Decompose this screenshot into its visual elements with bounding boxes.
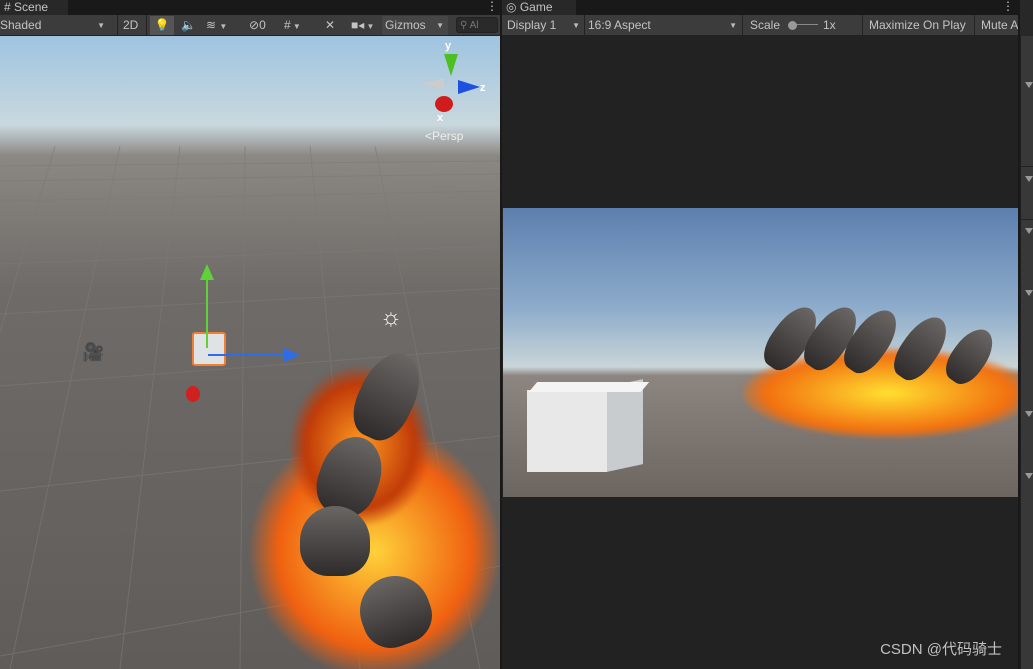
foldout-arrow-icon[interactable] xyxy=(1025,176,1033,182)
maximize-on-play-toggle[interactable]: Maximize On Play xyxy=(866,16,969,35)
watermark: CSDN @代码骑士 xyxy=(880,641,1002,658)
gizmo-x-cone[interactable] xyxy=(435,96,453,112)
y-arrow-icon[interactable] xyxy=(200,264,214,280)
camera-gizmo-icon[interactable]: 🎥 xyxy=(82,342,104,363)
game-menu-icon[interactable]: ⋮ xyxy=(1002,0,1014,12)
hidden-objects-icon[interactable]: ⊘0 xyxy=(246,16,269,35)
scale-value: 1x xyxy=(823,18,836,32)
scene-viewport[interactable]: 🎥 ☼ y z x <Persp xyxy=(0,36,500,669)
lighting-toggle-icon[interactable]: 💡 xyxy=(150,16,174,35)
tab-game[interactable]: ◎ Game xyxy=(502,0,576,15)
cube-side xyxy=(607,379,643,472)
effects-toggle-icon[interactable]: ≋ ▼ xyxy=(203,16,230,35)
display-dropdown[interactable]: Display 1 ▼ xyxy=(504,16,584,35)
scene-tabbar: # Scene ⋮ xyxy=(0,0,500,15)
gizmos-dropdown[interactable]: Gizmos ▼ xyxy=(382,16,448,35)
cube xyxy=(527,390,607,472)
scene-menu-icon[interactable]: ⋮ xyxy=(486,0,498,12)
gizmo-y-cone[interactable] xyxy=(444,54,458,76)
foldout-arrow-icon[interactable] xyxy=(1025,411,1033,417)
scale-label: Scale xyxy=(750,18,781,32)
cube-top xyxy=(528,382,650,392)
scene-search-input[interactable]: ⚲ Al xyxy=(456,17,498,33)
2d-toggle[interactable]: 2D xyxy=(120,16,141,35)
inspector-panel-edge[interactable] xyxy=(1020,36,1033,669)
game-tabbar: ◎ Game ⋮ xyxy=(502,0,1018,15)
tab-scene[interactable]: # Scene xyxy=(0,0,68,15)
foldout-arrow-icon[interactable] xyxy=(1025,473,1033,479)
foldout-arrow-icon[interactable] xyxy=(1025,228,1033,234)
rock xyxy=(300,506,370,576)
game-viewport[interactable]: CSDN @代码骑士 xyxy=(502,36,1018,669)
y-axis-handle[interactable] xyxy=(206,272,208,348)
orientation-gizmo[interactable]: y z x xyxy=(418,40,488,132)
mute-audio-toggle[interactable]: Mute A xyxy=(978,16,1018,35)
game-render xyxy=(503,208,1018,497)
z-axis-handle[interactable] xyxy=(208,354,286,356)
scene-toolbar: Shaded ▼ 2D 💡 🔈 ≋ ▼ ⊘0 # ▼ ✕ ■◂ ▼ Gizmos ▼… xyxy=(0,15,500,36)
camera-icon[interactable]: ■◂ ▼ xyxy=(348,16,377,35)
scale-slider[interactable] xyxy=(788,21,818,30)
game-toolbar: Display 1 ▼ 16:9 Aspect ▼ Scale 1x Maximiz… xyxy=(502,15,1018,36)
grid-snap-icon[interactable]: # ▼ xyxy=(281,16,304,35)
grid-icon: # xyxy=(4,0,11,14)
gizmo-neg-x-cone[interactable] xyxy=(422,78,444,90)
projection-toggle[interactable]: <Persp xyxy=(425,129,463,143)
x-arrow-icon[interactable] xyxy=(186,386,200,402)
gamepad-icon: ◎ xyxy=(506,0,517,14)
aspect-dropdown[interactable]: 16:9 Aspect ▼ xyxy=(585,16,741,35)
foldout-arrow-icon[interactable] xyxy=(1025,82,1033,88)
foldout-arrow-icon[interactable] xyxy=(1025,290,1033,296)
light-gizmo-icon[interactable]: ☼ xyxy=(380,304,402,332)
audio-toggle-icon[interactable]: 🔈 xyxy=(178,16,199,35)
tools-icon[interactable]: ✕ xyxy=(322,16,338,35)
z-arrow-icon[interactable] xyxy=(284,348,300,362)
selected-cube[interactable] xyxy=(192,332,226,366)
gizmo-z-cone[interactable] xyxy=(458,80,480,94)
inspector-header xyxy=(1020,0,1033,36)
shading-mode-dropdown[interactable]: Shaded ▼ xyxy=(0,16,109,35)
